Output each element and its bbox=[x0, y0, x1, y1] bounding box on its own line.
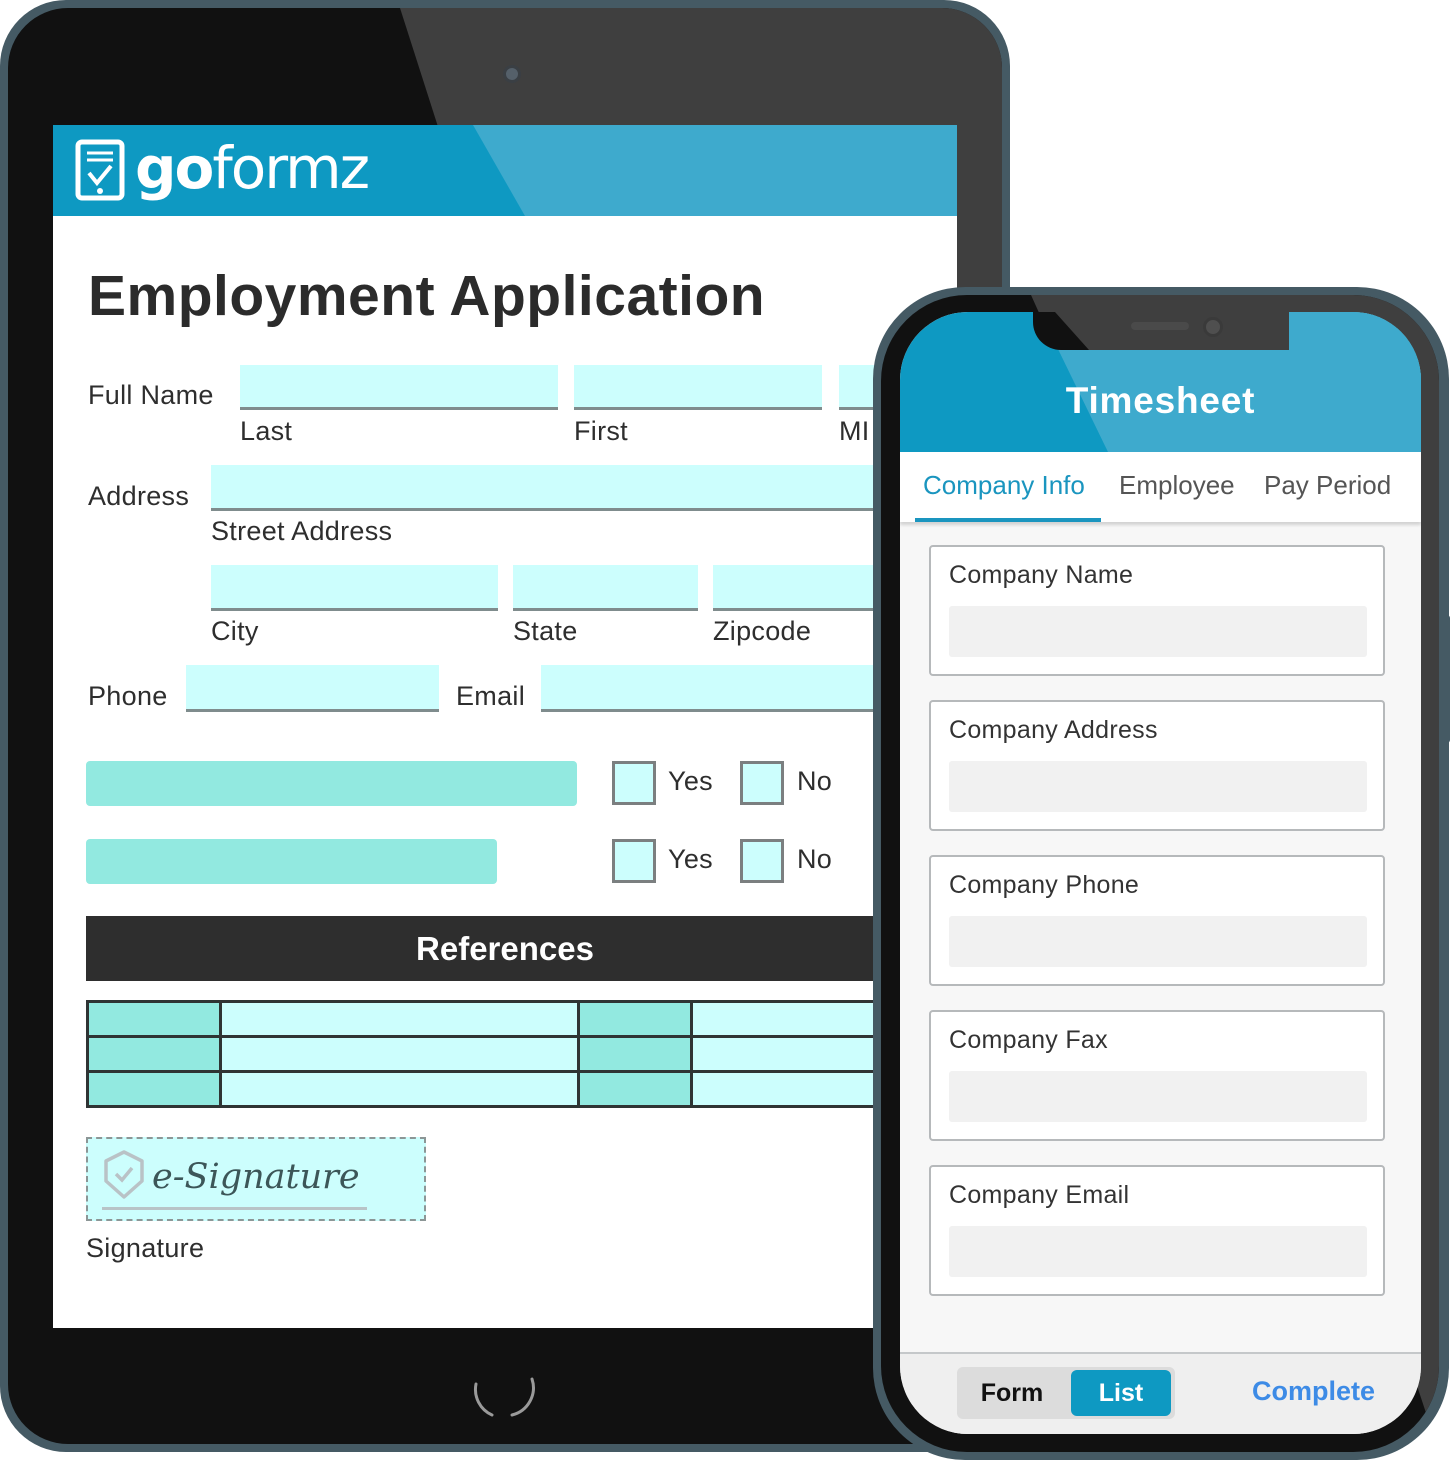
no-label-1: No bbox=[797, 766, 833, 796]
state-field[interactable] bbox=[513, 565, 698, 611]
phone-label: Phone bbox=[88, 681, 168, 711]
no-checkbox-2[interactable] bbox=[740, 839, 784, 883]
company-address-card: Company Address bbox=[929, 700, 1385, 831]
address-label: Address bbox=[88, 481, 190, 511]
phone-title: Timesheet bbox=[1065, 380, 1256, 421]
company-email-input[interactable] bbox=[949, 1226, 1367, 1277]
complete-button[interactable]: Complete bbox=[1252, 1376, 1375, 1407]
company-address-input[interactable] bbox=[949, 761, 1367, 812]
yes-label-1: Yes bbox=[668, 766, 713, 796]
tablet-screen: goformz Employment Application Full Name… bbox=[53, 125, 957, 1328]
logo-regular: formz bbox=[212, 134, 370, 202]
references-heading-text: References bbox=[416, 930, 594, 967]
header-shine bbox=[473, 125, 957, 216]
list-view-button[interactable]: List bbox=[1071, 1370, 1171, 1416]
esignature-text: e-Signature bbox=[152, 1157, 360, 1197]
street-address-field[interactable] bbox=[211, 465, 957, 511]
full-name-label: Full Name bbox=[88, 380, 214, 410]
street-address-label: Street Address bbox=[211, 516, 393, 546]
city-label: City bbox=[211, 616, 259, 646]
references-heading: References bbox=[86, 916, 946, 981]
question-field-2[interactable] bbox=[86, 839, 497, 884]
app-header: goformz bbox=[53, 125, 957, 216]
form-title: Employment Application bbox=[88, 264, 766, 328]
company-fax-card: Company Fax bbox=[929, 1010, 1385, 1141]
reference-cell[interactable] bbox=[219, 1070, 580, 1108]
goformz-logo-icon bbox=[75, 139, 125, 201]
zipcode-label: Zipcode bbox=[713, 616, 812, 646]
last-name-field[interactable] bbox=[240, 365, 558, 410]
yes-label-2: Yes bbox=[668, 844, 713, 874]
tab-employee[interactable]: Employee bbox=[1119, 470, 1235, 501]
notch-reflection bbox=[1055, 312, 1289, 350]
company-phone-card: Company Phone bbox=[929, 855, 1385, 986]
esignature-field[interactable]: e-Signature bbox=[86, 1137, 426, 1221]
mi-label: MI bbox=[839, 416, 870, 446]
company-address-label: Company Address bbox=[949, 716, 1158, 744]
reference-cell[interactable] bbox=[219, 1035, 580, 1073]
reference-cell[interactable] bbox=[577, 1070, 693, 1108]
signature-line bbox=[102, 1207, 367, 1210]
first-label: First bbox=[574, 416, 628, 446]
signature-label: Signature bbox=[86, 1233, 205, 1263]
view-toggle: Form List bbox=[957, 1367, 1175, 1419]
phone-field[interactable] bbox=[186, 665, 439, 712]
tab-pay-period[interactable]: Pay Period bbox=[1264, 470, 1391, 501]
tab-company-info[interactable]: Company Info bbox=[923, 470, 1085, 501]
phone-header: Timesheet bbox=[900, 312, 1421, 452]
phone-screen: Timesheet Company Info Employee Pay Peri… bbox=[900, 312, 1421, 1434]
shield-check-icon bbox=[104, 1150, 144, 1199]
no-checkbox-1[interactable] bbox=[740, 761, 784, 805]
company-email-card: Company Email bbox=[929, 1165, 1385, 1296]
phone-camera bbox=[1203, 317, 1223, 337]
reference-cell[interactable] bbox=[577, 1035, 693, 1073]
company-email-label: Company Email bbox=[949, 1181, 1130, 1209]
references-table bbox=[86, 1000, 957, 1108]
tablet-camera bbox=[503, 65, 521, 83]
last-label: Last bbox=[240, 416, 293, 446]
reference-cell[interactable] bbox=[86, 1070, 222, 1108]
active-tab-indicator bbox=[915, 518, 1101, 522]
company-name-label: Company Name bbox=[949, 561, 1134, 589]
reference-cell[interactable] bbox=[577, 1000, 693, 1038]
home-button-icon[interactable] bbox=[470, 1370, 540, 1420]
state-label: State bbox=[513, 616, 578, 646]
phone-speaker bbox=[1131, 322, 1189, 330]
company-phone-input[interactable] bbox=[949, 916, 1367, 967]
city-field[interactable] bbox=[211, 565, 498, 611]
company-name-card: Company Name bbox=[929, 545, 1385, 676]
company-phone-label: Company Phone bbox=[949, 871, 1140, 899]
first-name-field[interactable] bbox=[574, 365, 822, 410]
no-label-2: No bbox=[797, 844, 833, 874]
table-row bbox=[86, 1000, 957, 1038]
phone-footer: Form List Complete bbox=[900, 1352, 1421, 1434]
table-row bbox=[86, 1035, 957, 1073]
company-fax-input[interactable] bbox=[949, 1071, 1367, 1122]
email-label: Email bbox=[456, 681, 526, 711]
reference-cell[interactable] bbox=[86, 1035, 222, 1073]
yes-checkbox-1[interactable] bbox=[612, 761, 656, 805]
phone-side-button bbox=[1443, 615, 1450, 743]
company-name-input[interactable] bbox=[949, 606, 1367, 657]
phone-tabs: Company Info Employee Pay Period bbox=[900, 452, 1421, 522]
company-fax-label: Company Fax bbox=[949, 1026, 1108, 1054]
yes-checkbox-2[interactable] bbox=[612, 839, 656, 883]
question-field-1[interactable] bbox=[86, 761, 577, 806]
logo-bold: go bbox=[135, 134, 214, 202]
table-row bbox=[86, 1070, 957, 1108]
form-view-button[interactable]: Form bbox=[957, 1367, 1067, 1419]
reference-cell[interactable] bbox=[86, 1000, 222, 1038]
goformz-logo: goformz bbox=[135, 134, 370, 202]
reference-cell[interactable] bbox=[219, 1000, 580, 1038]
phone-notch bbox=[1033, 312, 1289, 350]
